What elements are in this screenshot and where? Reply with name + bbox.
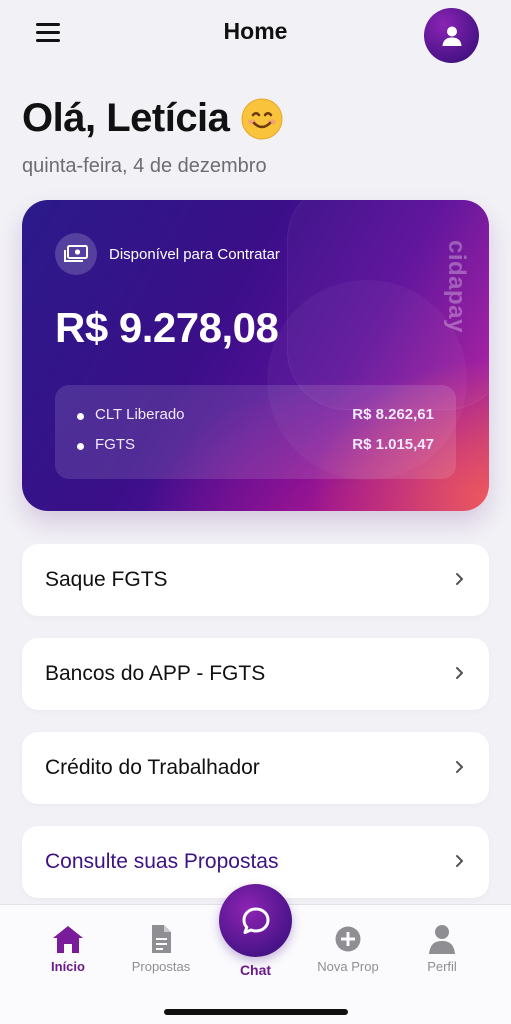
tab-label: Nova Prop <box>317 959 379 974</box>
tab-propostas[interactable]: Propostas <box>116 923 206 983</box>
tab-inicio[interactable]: Início <box>23 923 113 983</box>
breakdown-row: FGTS R$ 1.015,47 <box>55 436 456 458</box>
greeting-heading: Olá, Letícia <box>22 96 283 141</box>
home-indicator <box>164 1009 348 1015</box>
user-icon <box>442 26 461 46</box>
breakdown-name: CLT Liberado <box>95 406 185 423</box>
menu-item-label: Saque FGTS <box>45 568 168 591</box>
chevron-right-icon <box>456 761 463 773</box>
menu-item-credito-trabalhador[interactable]: Crédito do Trabalhador <box>22 732 489 804</box>
smiling-face-emoji-icon <box>241 98 283 139</box>
available-amount: R$ 9.278,08 <box>55 304 279 351</box>
balance-breakdown: CLT Liberado R$ 8.262,61 FGTS R$ 1.015,4… <box>55 385 456 479</box>
menu-item-label: Consulte suas Propostas <box>45 850 279 873</box>
tab-nova-prop[interactable]: Nova Prop <box>303 923 393 983</box>
tab-label: Início <box>51 959 85 974</box>
tab-chat[interactable] <box>219 884 292 957</box>
available-label: Disponível para Contratar <box>109 246 280 263</box>
chat-bubble-icon <box>242 907 269 934</box>
brand-watermark: cidapay <box>443 240 470 333</box>
bullet-dot <box>77 443 84 450</box>
greeting-text: Olá, Letícia <box>22 96 230 140</box>
bullet-dot <box>77 413 84 420</box>
breakdown-row: CLT Liberado R$ 8.262,61 <box>55 406 456 428</box>
document-icon <box>152 925 171 953</box>
chevron-right-icon <box>456 573 463 585</box>
current-date: quinta-feira, 4 de dezembro <box>22 155 267 177</box>
tab-chat-label: Chat <box>239 962 272 978</box>
home-icon <box>53 926 83 953</box>
menu-item-saque-fgts[interactable]: Saque FGTS <box>22 544 489 616</box>
tab-label: Perfil <box>427 959 457 974</box>
avatar[interactable] <box>424 8 479 63</box>
breakdown-value: R$ 1.015,47 <box>352 436 434 453</box>
cash-icon-container <box>55 233 97 275</box>
breakdown-value: R$ 8.262,61 <box>352 406 434 423</box>
plus-circle-icon <box>335 926 361 952</box>
chevron-right-icon <box>456 855 463 867</box>
menu-item-bancos-fgts[interactable]: Bancos do APP - FGTS <box>22 638 489 710</box>
cash-icon <box>64 245 88 262</box>
top-bar: Home <box>0 0 511 70</box>
tab-label: Propostas <box>131 959 191 974</box>
chevron-right-icon <box>456 667 463 679</box>
menu-item-label: Crédito do Trabalhador <box>45 756 260 779</box>
balance-card[interactable]: Disponível para Contratar cidapay R$ 9.2… <box>22 200 489 511</box>
breakdown-name: FGTS <box>95 436 135 453</box>
menu-item-label: Bancos do APP - FGTS <box>45 662 266 685</box>
tab-perfil[interactable]: Perfil <box>397 923 487 983</box>
person-icon <box>429 925 455 954</box>
